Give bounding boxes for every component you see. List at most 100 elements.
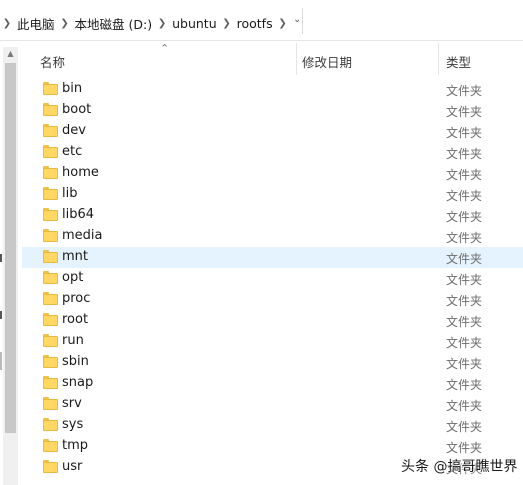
- file-row[interactable]: mnt 文件夹: [22, 247, 523, 268]
- file-row[interactable]: opt 文件夹: [22, 268, 523, 289]
- file-type: 文件夹: [446, 168, 483, 182]
- nav-expand-marker: [0, 311, 2, 319]
- nav-scrollbar-thumb[interactable]: [5, 63, 16, 433]
- folder-icon: [43, 82, 58, 95]
- column-header-name[interactable]: 名称: [40, 52, 65, 71]
- file-row[interactable]: media 文件夹: [22, 226, 523, 247]
- file-type: 文件夹: [446, 126, 483, 140]
- file-row[interactable]: boot 文件夹: [22, 100, 523, 121]
- folder-icon: [43, 439, 58, 452]
- column-header-date-modified[interactable]: 修改日期: [302, 52, 352, 71]
- file-name: opt: [62, 270, 84, 285]
- file-name: media: [62, 228, 103, 243]
- file-type: 文件夹: [446, 441, 483, 455]
- file-type: 文件夹: [446, 252, 483, 266]
- folder-icon: [43, 397, 58, 410]
- breadcrumb-rootfs[interactable]: rootfs: [234, 16, 276, 31]
- file-type: 文件夹: [446, 315, 483, 329]
- file-name: proc: [62, 291, 91, 306]
- file-name: home: [62, 165, 99, 180]
- breadcrumb: ❯ 此电脑 ❯ 本地磁盘 (D:) ❯ ubuntu ❯ rootfs ❯: [0, 14, 290, 32]
- folder-icon: [43, 103, 58, 116]
- file-row[interactable]: lib64 文件夹: [22, 205, 523, 226]
- chevron-right-icon[interactable]: ❯: [220, 18, 234, 29]
- file-type: 文件夹: [446, 420, 483, 434]
- file-row[interactable]: srv 文件夹: [22, 394, 523, 415]
- folder-icon: [43, 460, 58, 473]
- file-type: 文件夹: [446, 84, 483, 98]
- file-type: 文件夹: [446, 210, 483, 224]
- file-list: bin 文件夹 boot 文件夹 dev 文件夹 etc 文件夹 home 文件夹 lib 文件夹 li…: [22, 79, 523, 478]
- file-name: usr: [62, 459, 83, 474]
- file-name: mnt: [62, 249, 88, 264]
- folder-icon: [43, 124, 58, 137]
- column-divider[interactable]: [296, 43, 297, 75]
- file-row[interactable]: snap 文件夹: [22, 373, 523, 394]
- file-name: etc: [62, 144, 83, 159]
- file-row[interactable]: dev 文件夹: [22, 121, 523, 142]
- file-type: 文件夹: [446, 273, 483, 287]
- file-name: lib: [62, 186, 78, 201]
- column-header-type[interactable]: 类型: [446, 52, 471, 71]
- nav-selection-marker: [0, 352, 2, 370]
- chevron-right-icon[interactable]: ❯: [276, 18, 290, 29]
- file-name: sys: [62, 417, 84, 432]
- scroll-up-icon[interactable]: ▲: [3, 47, 18, 61]
- file-name: tmp: [62, 438, 89, 453]
- nav-expand-marker: [0, 254, 2, 262]
- file-name: root: [62, 312, 89, 327]
- folder-icon: [43, 187, 58, 200]
- folder-icon: [43, 250, 58, 263]
- file-type: 文件夹: [446, 336, 483, 350]
- file-row[interactable]: etc 文件夹: [22, 142, 523, 163]
- file-row[interactable]: sbin 文件夹: [22, 352, 523, 373]
- folder-icon: [43, 418, 58, 431]
- file-name: lib64: [62, 207, 95, 222]
- chevron-right-icon[interactable]: ❯: [155, 18, 169, 29]
- folder-icon: [43, 292, 58, 305]
- file-name: dev: [62, 123, 86, 138]
- divider: [302, 8, 303, 34]
- file-row[interactable]: proc 文件夹: [22, 289, 523, 310]
- file-name: srv: [62, 396, 82, 411]
- breadcrumb-this-pc[interactable]: 此电脑: [14, 14, 58, 33]
- address-bar[interactable]: ❯ 此电脑 ❯ 本地磁盘 (D:) ❯ ubuntu ❯ rootfs ❯ ⌄: [0, 0, 523, 41]
- file-type: 文件夹: [446, 399, 483, 413]
- folder-icon: [43, 376, 58, 389]
- file-type: 文件夹: [446, 378, 483, 392]
- address-dropdown-icon[interactable]: ⌄: [293, 14, 301, 25]
- folder-icon: [43, 271, 58, 284]
- folder-icon: [43, 355, 58, 368]
- file-row[interactable]: bin 文件夹: [22, 79, 523, 100]
- file-row[interactable]: run 文件夹: [22, 331, 523, 352]
- file-row[interactable]: lib 文件夹: [22, 184, 523, 205]
- file-name: sbin: [62, 354, 89, 369]
- file-type: 文件夹: [446, 231, 483, 245]
- file-type: 文件夹: [446, 147, 483, 161]
- file-row[interactable]: home 文件夹: [22, 163, 523, 184]
- folder-icon: [43, 334, 58, 347]
- file-name: snap: [62, 375, 94, 390]
- chevron-right-icon[interactable]: ❯: [0, 18, 14, 29]
- file-name: bin: [62, 81, 83, 96]
- file-type: 文件夹: [446, 357, 483, 371]
- file-row[interactable]: root 文件夹: [22, 310, 523, 331]
- folder-icon: [43, 166, 58, 179]
- file-row[interactable]: sys 文件夹: [22, 415, 523, 436]
- breadcrumb-local-disk[interactable]: 本地磁盘 (D:): [72, 14, 156, 33]
- folder-icon: [43, 208, 58, 221]
- watermark: 头条 @搞哥瞧世界: [401, 459, 518, 475]
- file-type: 文件夹: [446, 189, 483, 203]
- folder-icon: [43, 313, 58, 326]
- file-row[interactable]: tmp 文件夹: [22, 436, 523, 457]
- file-type: 文件夹: [446, 294, 483, 308]
- column-divider[interactable]: [438, 43, 439, 75]
- folder-icon: [43, 145, 58, 158]
- chevron-right-icon[interactable]: ❯: [58, 18, 72, 29]
- file-name: boot: [62, 102, 92, 117]
- column-header-row: ⌃ 名称 修改日期 类型: [22, 41, 523, 77]
- folder-icon: [43, 229, 58, 242]
- breadcrumb-ubuntu[interactable]: ubuntu: [169, 16, 220, 31]
- file-name: run: [62, 333, 84, 348]
- file-type: 文件夹: [446, 105, 483, 119]
